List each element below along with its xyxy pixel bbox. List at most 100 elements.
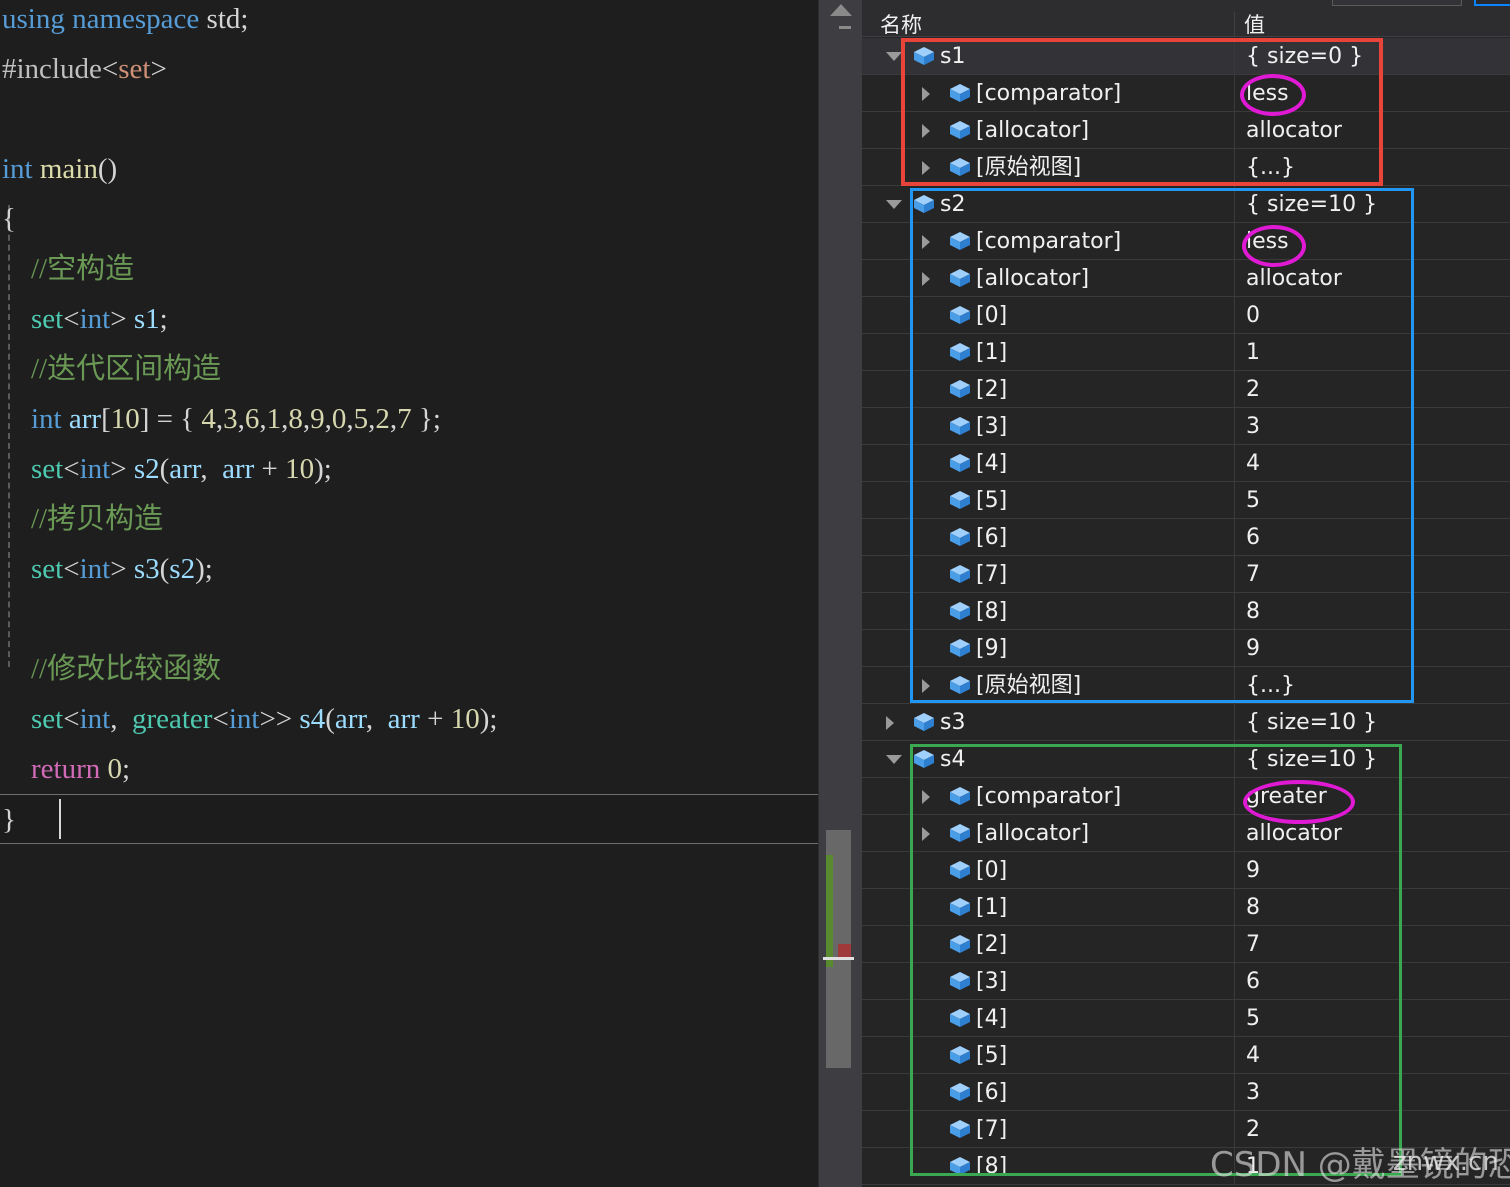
watch-row[interactable]: [comparator] less: [862, 223, 1510, 260]
code-editor-pane[interactable]: using namespace std; #include<set> int mai…: [0, 0, 818, 1187]
watch-row[interactable]: [4] 4: [862, 445, 1510, 482]
column-header-name[interactable]: 名称: [880, 13, 922, 37]
code-line[interactable]: #include<set>: [0, 44, 818, 94]
code-line[interactable]: //空构造: [0, 244, 818, 294]
watch-row-value[interactable]: less: [1246, 228, 1289, 256]
scroll-up-arrow-icon[interactable]: [830, 4, 852, 16]
watch-row[interactable]: [7] 2: [862, 1111, 1510, 1148]
watch-row-value[interactable]: { size=0 }: [1246, 43, 1363, 71]
watch-row-value[interactable]: {...}: [1246, 672, 1295, 700]
watch-row[interactable]: [3] 6: [862, 963, 1510, 1000]
code-line[interactable]: //拷贝构造: [0, 494, 818, 544]
code-line[interactable]: {: [0, 194, 818, 244]
watch-row-value[interactable]: 3: [1246, 1079, 1260, 1107]
code-line[interactable]: set<int> s1;: [0, 294, 818, 344]
watch-row-value[interactable]: 3: [1246, 413, 1260, 441]
locals-watch-panel[interactable]: 名称 值 s1 { size=0 } [comparator] less [alloca…: [862, 0, 1510, 1187]
watch-row-value[interactable]: 1: [1246, 1153, 1260, 1181]
watch-row-value[interactable]: 2: [1246, 376, 1260, 404]
editor-vertical-scrollbar[interactable]: [818, 0, 862, 1187]
watch-row-value[interactable]: { size=10 }: [1246, 746, 1377, 774]
scrollbar-collapse-icon[interactable]: [839, 26, 851, 29]
watch-row[interactable]: [allocator] allocator: [862, 815, 1510, 852]
watch-row[interactable]: [0] 0: [862, 297, 1510, 334]
watch-row[interactable]: [8] 8: [862, 593, 1510, 630]
toolbar-focused-button-fragment[interactable]: [1474, 0, 1510, 6]
watch-row[interactable]: [5] 5: [862, 482, 1510, 519]
expander-expand-icon[interactable]: [886, 716, 894, 730]
code-line[interactable]: set<int> s3(s2);: [0, 544, 818, 594]
expander-collapse-icon[interactable]: [886, 200, 902, 209]
watch-row[interactable]: [6] 3: [862, 1074, 1510, 1111]
expander-expand-icon[interactable]: [922, 161, 930, 175]
code-line[interactable]: //迭代区间构造: [0, 344, 818, 394]
watch-rows-container[interactable]: s1 { size=0 } [comparator] less [allocator] a…: [862, 38, 1510, 1187]
toolbar-search-box-fragment[interactable]: [1332, 0, 1462, 6]
watch-row-value[interactable]: 6: [1246, 968, 1260, 996]
code-line[interactable]: //修改比较函数: [0, 644, 818, 694]
watch-row[interactable]: [comparator] greater: [862, 778, 1510, 815]
watch-row[interactable]: [5] 4: [862, 1037, 1510, 1074]
source-code-text[interactable]: using namespace std; #include<set> int mai…: [0, 0, 818, 844]
watch-row-value[interactable]: {...}: [1246, 154, 1295, 182]
code-line[interactable]: set<int> s2(arr, arr + 10);: [0, 444, 818, 494]
watch-row[interactable]: s3 { size=10 }: [862, 704, 1510, 741]
watch-row[interactable]: s4 { size=10 }: [862, 741, 1510, 778]
watch-row[interactable]: s2 { size=10 }: [862, 186, 1510, 223]
column-header-value[interactable]: 值: [1244, 13, 1265, 37]
code-line[interactable]: int main(): [0, 144, 818, 194]
watch-row-value[interactable]: 7: [1246, 561, 1260, 589]
watch-row[interactable]: [1] 1: [862, 334, 1510, 371]
watch-row-value[interactable]: 6: [1246, 524, 1260, 552]
watch-row-value[interactable]: allocator: [1246, 265, 1342, 293]
watch-row[interactable]: [8] 1: [862, 1148, 1510, 1185]
code-line[interactable]: int arr[10] = { 4,3,6,1,8,9,0,5,2,7 };: [0, 394, 818, 444]
expander-expand-icon[interactable]: [922, 124, 930, 138]
watch-row[interactable]: [7] 7: [862, 556, 1510, 593]
expander-expand-icon[interactable]: [922, 272, 930, 286]
watch-row[interactable]: s1 { size=0 }: [862, 38, 1510, 75]
header-column-divider[interactable]: [1234, 12, 1235, 37]
watch-row[interactable]: [2] 2: [862, 371, 1510, 408]
watch-row[interactable]: [allocator] allocator: [862, 260, 1510, 297]
expander-collapse-icon[interactable]: [886, 755, 902, 764]
watch-row-value[interactable]: 4: [1246, 450, 1260, 478]
watch-row-value[interactable]: allocator: [1246, 117, 1342, 145]
watch-row-value[interactable]: allocator: [1246, 820, 1342, 848]
watch-row-value[interactable]: 1: [1246, 339, 1260, 367]
expander-expand-icon[interactable]: [922, 235, 930, 249]
watch-row-value[interactable]: less: [1246, 80, 1289, 108]
code-line[interactable]: [0, 594, 818, 644]
watch-row[interactable]: [原始视图] {...}: [862, 667, 1510, 704]
code-line[interactable]: using namespace std;: [0, 0, 818, 44]
watch-row-value[interactable]: 5: [1246, 1005, 1260, 1033]
watch-row-value[interactable]: 7: [1246, 931, 1260, 959]
watch-row[interactable]: [1] 8: [862, 889, 1510, 926]
code-line-current[interactable]: }: [0, 794, 818, 844]
code-line[interactable]: [0, 94, 818, 144]
watch-row-value[interactable]: greater: [1246, 783, 1327, 811]
expander-expand-icon[interactable]: [922, 87, 930, 101]
watch-row-value[interactable]: 9: [1246, 857, 1260, 885]
watch-row[interactable]: [9] 9: [862, 630, 1510, 667]
code-line[interactable]: set<int, greater<int>> s4(arr, arr + 10)…: [0, 694, 818, 744]
watch-row-value[interactable]: 5: [1246, 487, 1260, 515]
watch-row[interactable]: [6] 6: [862, 519, 1510, 556]
watch-row-value[interactable]: 8: [1246, 598, 1260, 626]
expander-collapse-icon[interactable]: [886, 52, 902, 61]
watch-row[interactable]: [2] 7: [862, 926, 1510, 963]
watch-row[interactable]: [4] 5: [862, 1000, 1510, 1037]
watch-row-value[interactable]: 8: [1246, 894, 1260, 922]
expander-expand-icon[interactable]: [922, 679, 930, 693]
watch-row-value[interactable]: { size=10 }: [1246, 709, 1377, 737]
watch-row-value[interactable]: 2: [1246, 1116, 1260, 1144]
watch-row-value[interactable]: 0: [1246, 302, 1260, 330]
watch-row[interactable]: [comparator] less: [862, 75, 1510, 112]
expander-expand-icon[interactable]: [922, 790, 930, 804]
watch-row[interactable]: [allocator] allocator: [862, 112, 1510, 149]
watch-row[interactable]: [原始视图] {...}: [862, 149, 1510, 186]
expander-expand-icon[interactable]: [922, 827, 930, 841]
watch-row[interactable]: [3] 3: [862, 408, 1510, 445]
watch-row-value[interactable]: 4: [1246, 1042, 1260, 1070]
watch-row[interactable]: [0] 9: [862, 852, 1510, 889]
